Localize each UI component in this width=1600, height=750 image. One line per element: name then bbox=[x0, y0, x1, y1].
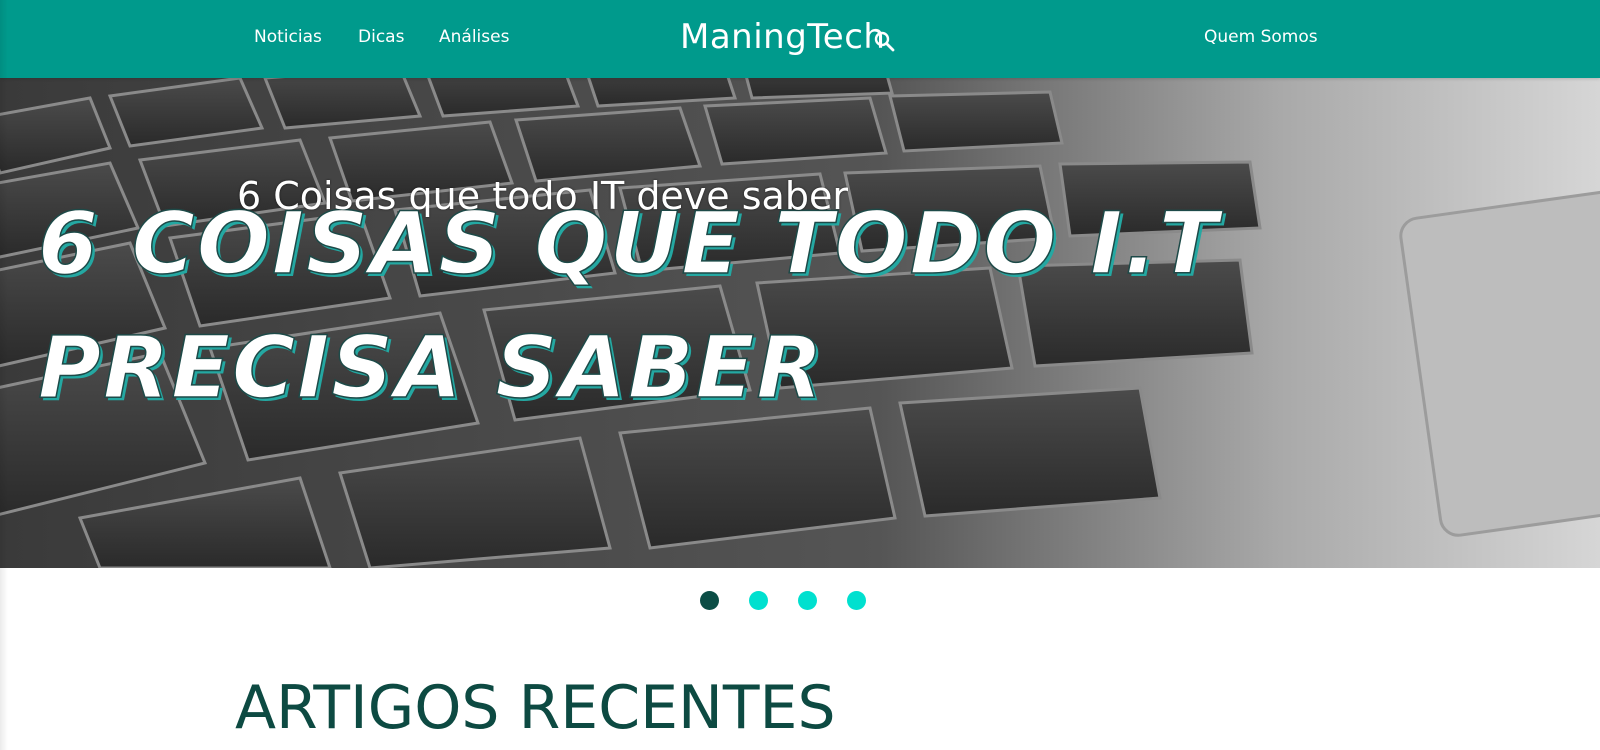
left-edge-shadow bbox=[0, 0, 8, 750]
slider-dot-2[interactable] bbox=[749, 591, 768, 610]
recent-articles-heading: ARTIGOS RECENTES bbox=[235, 673, 836, 743]
search-icon[interactable] bbox=[873, 30, 897, 54]
page: Noticias Dicas Análises ManingTech Quem … bbox=[0, 0, 1600, 750]
nav-link-analises[interactable]: Análises bbox=[439, 27, 509, 47]
nav-link-noticias[interactable]: Noticias bbox=[254, 27, 322, 47]
slider-dot-1[interactable] bbox=[700, 591, 719, 610]
top-navbar: Noticias Dicas Análises ManingTech Quem … bbox=[0, 0, 1600, 78]
slider-dot-3[interactable] bbox=[798, 591, 817, 610]
brand-logo[interactable]: ManingTech bbox=[680, 17, 885, 57]
hero-headline-line-2: PRECISA SABER bbox=[37, 317, 825, 419]
slider-pagination bbox=[700, 591, 880, 611]
hero-headline-art: 6 COISAS QUE TODO I.T PRECISA SABER bbox=[37, 182, 1338, 430]
nav-link-dicas[interactable]: Dicas bbox=[358, 27, 404, 47]
slider-dot-4[interactable] bbox=[847, 591, 866, 610]
hero-caption[interactable]: 6 Coisas que todo IT deve saber bbox=[237, 174, 848, 218]
nav-link-quem-somos[interactable]: Quem Somos bbox=[1204, 27, 1318, 47]
hero-slider[interactable]: 6 COISAS QUE TODO I.T PRECISA SABER 6 Co… bbox=[0, 78, 1600, 568]
